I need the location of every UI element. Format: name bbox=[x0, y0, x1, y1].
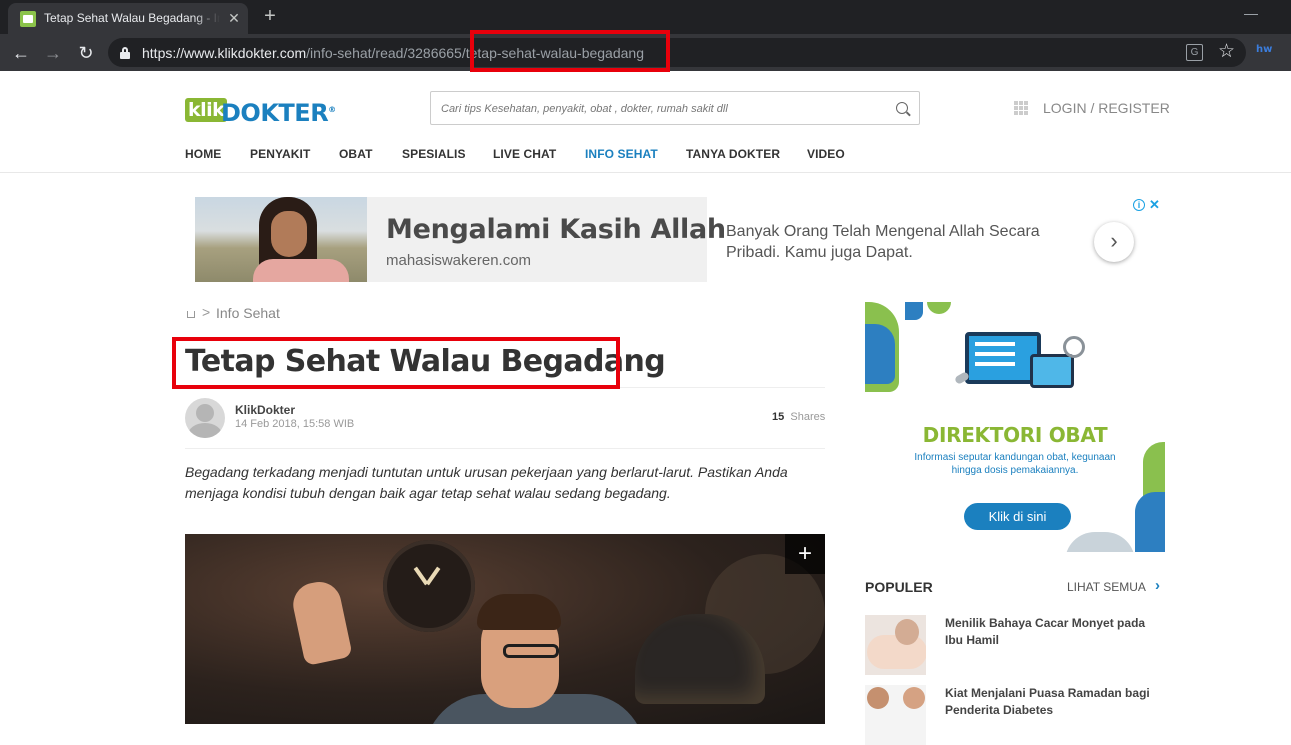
direktori-obat-banner[interactable]: DIREKTORI OBAT Informasi seputar kandung… bbox=[865, 302, 1165, 552]
ad-photo bbox=[195, 197, 367, 282]
klik-di-sini-button[interactable]: Klik di sini bbox=[964, 503, 1071, 530]
back-arrow-icon[interactable]: ← bbox=[10, 42, 32, 64]
translate-icon[interactable]: G bbox=[1186, 44, 1203, 61]
list-item[interactable]: Kiat Menjalani Puasa Ramadan bagi Pender… bbox=[865, 685, 1165, 745]
menu-item-penyakit[interactable]: PENYAKIT bbox=[250, 147, 310, 161]
author-name[interactable]: KlikDokter bbox=[235, 403, 295, 417]
publish-date: 14 Feb 2018, 15:58 WIB bbox=[235, 418, 355, 430]
menu-item-live-chat[interactable]: LIVE CHAT bbox=[493, 147, 556, 161]
chevron-right-icon[interactable]: › bbox=[1094, 222, 1134, 262]
close-ad-icon[interactable]: ✕ bbox=[1149, 197, 1160, 213]
url-host: https://www.klikdokter.com bbox=[142, 45, 307, 61]
ad-headline[interactable]: Mengalami Kasih Allah bbox=[386, 214, 726, 245]
search-input[interactable] bbox=[441, 100, 881, 118]
see-all-link[interactable]: LIHAT SEMUA bbox=[1067, 580, 1146, 594]
reload-icon[interactable]: ↻ bbox=[75, 42, 97, 64]
shares-count: 15 Shares bbox=[772, 411, 826, 423]
close-tab-icon[interactable]: ✕ bbox=[226, 10, 242, 26]
article-thumbnail[interactable] bbox=[865, 615, 926, 675]
search-icon[interactable] bbox=[896, 102, 908, 114]
browser-tab[interactable]: Tetap Sehat Walau Begadang - In ✕ bbox=[8, 3, 248, 34]
tablet-illustration-icon bbox=[1030, 354, 1074, 388]
breadcrumb-info-sehat[interactable]: Info Sehat bbox=[216, 305, 280, 321]
bookmark-star-icon[interactable]: ☆ bbox=[1218, 41, 1235, 63]
promo-description: Informasi seputar kandungan obat, keguna… bbox=[914, 452, 1116, 476]
minimize-window-button[interactable] bbox=[1244, 5, 1258, 15]
menu-item-tanya-dokter[interactable]: TANYA DOKTER bbox=[686, 147, 780, 161]
popular-heading: POPULER bbox=[865, 579, 933, 595]
ad-text-panel: Mengalami Kasih Allah mahasiswakeren.com bbox=[367, 197, 726, 282]
extension-icon[interactable]: hw bbox=[1256, 44, 1274, 58]
magnifier-icon bbox=[1063, 336, 1085, 358]
url-highlight-box bbox=[470, 30, 670, 72]
promo-title: DIREKTORI OBAT bbox=[922, 423, 1108, 447]
adchoices-icon[interactable]: i bbox=[1133, 199, 1145, 211]
lock-icon[interactable] bbox=[120, 47, 130, 59]
divider bbox=[185, 448, 825, 449]
menu-item-home[interactable]: HOME bbox=[185, 147, 221, 161]
apps-grid-icon[interactable] bbox=[1014, 101, 1028, 115]
forward-arrow-icon[interactable]: → bbox=[42, 42, 64, 64]
header-divider bbox=[0, 172, 1291, 173]
address-bar[interactable]: https://www.klikdokter.com/info-sehat/re… bbox=[108, 38, 1246, 67]
avatar bbox=[185, 398, 225, 438]
menu-item-info-sehat[interactable]: INFO SEHAT bbox=[585, 147, 658, 161]
expand-plus-icon[interactable]: + bbox=[785, 534, 825, 574]
new-tab-button[interactable]: + bbox=[260, 6, 280, 26]
ad-description: Banyak Orang Telah Mengenal Allah Secara… bbox=[726, 223, 1040, 261]
browser-tab-strip: Tetap Sehat Walau Begadang - In ✕ + bbox=[0, 0, 1291, 34]
breadcrumb-separator: > bbox=[202, 304, 211, 320]
ad-banner[interactable]: Mengalami Kasih Allah mahasiswakeren.com… bbox=[195, 197, 1165, 282]
popular-item-title[interactable]: Menilik Bahaya Cacar Monyet pada Ibu Ham… bbox=[945, 615, 1165, 649]
tab-title: Tetap Sehat Walau Begadang - In bbox=[44, 11, 220, 25]
list-item[interactable]: Menilik Bahaya Cacar Monyet pada Ibu Ham… bbox=[865, 615, 1165, 675]
title-highlight-box bbox=[172, 337, 620, 389]
article-thumbnail[interactable] bbox=[865, 685, 926, 745]
ad-domain: mahasiswakeren.com bbox=[386, 252, 532, 269]
site-search bbox=[430, 91, 920, 125]
article-hero-image: + bbox=[185, 534, 825, 724]
chevron-right-icon[interactable]: › bbox=[1155, 577, 1160, 594]
login-register-link[interactable]: LOGIN / REGISTER bbox=[1043, 100, 1170, 116]
menu-item-spesialis[interactable]: SPESIALIS bbox=[402, 147, 466, 161]
site-favicon-icon bbox=[20, 11, 36, 27]
logo-dokter: DOKTER® bbox=[221, 99, 336, 127]
article-lead: Begadang terkadang menjadi tuntutan untu… bbox=[185, 464, 788, 501]
home-icon[interactable] bbox=[185, 306, 197, 318]
menu-item-obat[interactable]: OBAT bbox=[339, 147, 373, 161]
menu-item-video[interactable]: VIDEO bbox=[807, 147, 845, 161]
